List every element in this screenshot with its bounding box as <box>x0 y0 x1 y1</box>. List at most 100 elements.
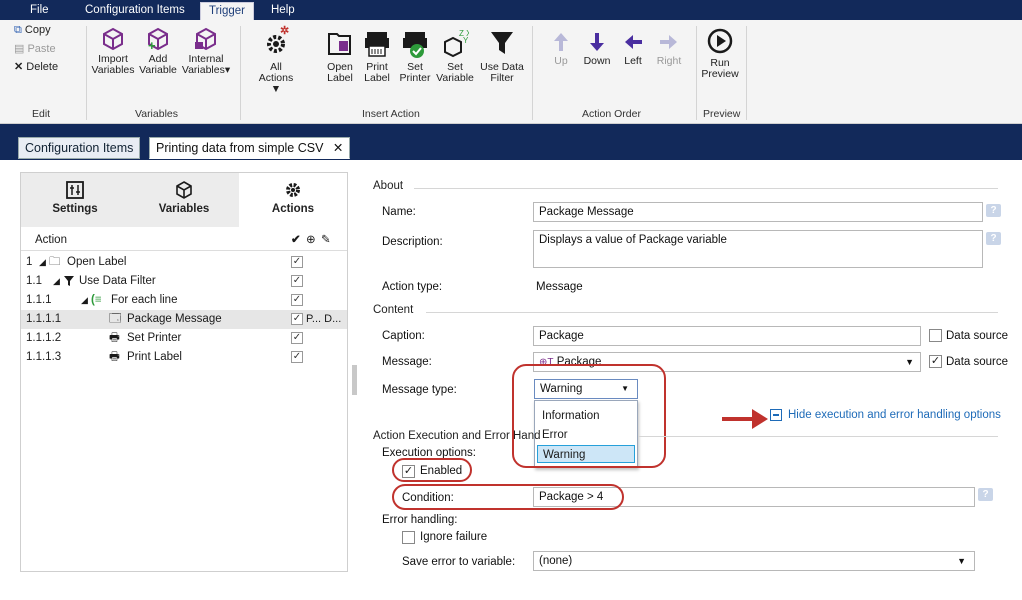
enabled-checkbox[interactable]: ✓ <box>291 275 303 287</box>
enabled-column-icon: ✔ <box>291 234 301 246</box>
add-variable-button[interactable]: + Add Variable <box>136 26 180 76</box>
close-icon[interactable]: ✕ <box>333 141 343 155</box>
run-preview-icon <box>707 28 733 54</box>
hide-options-link[interactable]: Hide execution and error handling option… <box>788 409 1001 421</box>
highlight-oval <box>392 484 624 510</box>
move-left-button[interactable]: Left <box>618 30 648 67</box>
tab-trigger[interactable]: Trigger <box>200 2 254 20</box>
loop-icon: (≡ <box>91 294 102 306</box>
copy-icon: ⧉ <box>14 24 22 36</box>
caption-field[interactable]: Package <box>533 326 921 346</box>
ribbon-separator <box>240 26 241 120</box>
move-right-button[interactable]: Right <box>652 30 686 67</box>
collapse-icon[interactable] <box>770 409 782 421</box>
help-icon[interactable]: ? <box>986 204 1001 217</box>
expand-icon[interactable]: ◢ <box>81 291 88 309</box>
group-label-edit: Edit <box>32 108 51 120</box>
tab-printing-data[interactable]: Printing data from simple CSV ✕ <box>149 137 351 159</box>
enabled-checkbox[interactable]: ✓ <box>291 256 303 268</box>
expand-icon[interactable]: ◢ <box>53 272 60 290</box>
printer-icon <box>365 32 389 57</box>
tab-configuration-items[interactable]: Configuration Items <box>85 2 185 20</box>
help-icon[interactable]: ? <box>986 232 1001 245</box>
ignore-failure-checkbox[interactable] <box>402 531 415 544</box>
tab-help[interactable]: Help <box>271 2 295 20</box>
set-variable-button[interactable]: Z XY Set Variable <box>434 26 476 84</box>
open-label-row-icon: 🗀 <box>49 256 61 268</box>
edit-column-icon: ✎ <box>321 234 331 246</box>
ignore-failure-label: Ignore failure <box>420 531 488 543</box>
enabled-checkbox[interactable]: ✓ <box>291 313 303 325</box>
name-field[interactable]: Package Message <box>533 202 983 222</box>
use-data-filter-button[interactable]: Use Data Filter <box>478 26 526 84</box>
help-icon[interactable]: ? <box>978 488 993 501</box>
internal-variables-icon <box>195 27 216 51</box>
add-variable-icon: + <box>148 27 168 52</box>
caption-datasource-checkbox[interactable] <box>929 329 942 342</box>
message-datasource-label: Data source <box>946 356 1009 368</box>
expand-icon[interactable]: ◢ <box>39 253 46 271</box>
action-type-value: Message <box>536 281 583 293</box>
message-icon: 🗔 <box>109 313 122 325</box>
section-execution: Action Execution and Error Hand <box>373 430 541 442</box>
section-content: Content <box>373 304 414 316</box>
open-label-icon <box>328 33 351 55</box>
condition-column-icon: ⊕ <box>306 234 316 246</box>
open-label-button[interactable]: Open Label <box>322 26 358 84</box>
action-row-package-message[interactable]: 1.1.1.1 🗔 Package Message ✓ P... D... <box>21 310 347 329</box>
paste-icon: ▤ <box>14 43 25 55</box>
set-printer-button[interactable]: Set Printer <box>396 26 434 84</box>
delete-icon: ✕ <box>14 61 24 73</box>
move-down-button[interactable]: Down <box>580 30 614 67</box>
svg-text:✲: ✲ <box>280 25 289 37</box>
tab-file[interactable]: File <box>30 2 49 20</box>
all-actions-button[interactable]: ✲ All Actions ▼ <box>256 24 296 95</box>
action-row-use-data-filter[interactable]: 1.1 ◢ Use Data Filter ✓ <box>21 272 347 291</box>
enabled-checkbox[interactable]: ✓ <box>291 351 303 363</box>
enabled-checkbox[interactable]: ✓ <box>291 294 303 306</box>
action-row-print-label[interactable]: 1.1.1.3 🖶 Print Label ✓ <box>21 348 347 367</box>
action-type-label: Action type: <box>382 281 443 293</box>
save-error-select[interactable]: (none) ▼ <box>533 551 975 571</box>
group-label-insert-action: Insert Action <box>362 108 420 120</box>
internal-variables-button[interactable]: Internal Variables▾ <box>180 26 232 76</box>
delete-button[interactable]: ✕ Delete <box>14 60 58 73</box>
action-row-open-label[interactable]: 1 ◢ 🗀 Open Label ✓ <box>21 253 347 272</box>
filter-row-icon <box>64 276 74 286</box>
description-field[interactable]: Displays a value of Package variable <box>533 230 983 268</box>
tab-settings[interactable]: Settings <box>21 173 129 227</box>
panel-splitter[interactable] <box>352 365 357 395</box>
divider <box>638 436 998 437</box>
group-label-preview: Preview <box>703 108 741 120</box>
set-printer-icon <box>403 32 427 58</box>
copy-button[interactable]: ⧉ Copy <box>14 24 51 37</box>
filter-icon <box>491 32 513 54</box>
arrow-down-icon <box>590 33 604 51</box>
gear-icon: ✲ <box>267 25 289 53</box>
print-label-button[interactable]: Print Label <box>360 26 394 84</box>
ribbon-separator <box>746 26 747 120</box>
highlight-oval <box>392 458 472 482</box>
move-up-button[interactable]: Up <box>548 30 574 67</box>
tab-configuration-items-doc[interactable]: Configuration Items <box>18 137 141 159</box>
set-variable-icon: Z XY <box>444 29 469 58</box>
tab-actions[interactable]: Actions <box>239 173 347 227</box>
paste-button[interactable]: ▤ Paste <box>14 42 56 55</box>
variables-icon <box>176 181 192 199</box>
action-row-set-printer[interactable]: 1.1.1.2 🖶 Set Printer ✓ <box>21 329 347 348</box>
name-label: Name: <box>382 206 416 218</box>
column-action: Action <box>35 234 67 246</box>
enabled-checkbox[interactable]: ✓ <box>291 332 303 344</box>
tab-variables[interactable]: Variables <box>130 173 238 227</box>
error-handling-label: Error handling: <box>382 514 458 526</box>
ribbon-separator <box>532 26 533 120</box>
properties-panel: About Name: Package Message ? Descriptio… <box>360 172 1022 600</box>
chevron-down-icon: ▼ <box>905 357 914 367</box>
import-variables-button[interactable]: Import Variables <box>90 26 136 76</box>
action-row-for-each-line[interactable]: 1.1.1 ◢ (≡ For each line ✓ <box>21 291 347 310</box>
settings-icon <box>66 181 84 199</box>
run-preview-button[interactable]: Run Preview <box>700 26 740 80</box>
message-datasource-checkbox[interactable]: ✓ <box>929 355 942 368</box>
caption-datasource-label: Data source <box>946 330 1009 342</box>
print-label-row-icon: 🖶 <box>109 351 120 363</box>
